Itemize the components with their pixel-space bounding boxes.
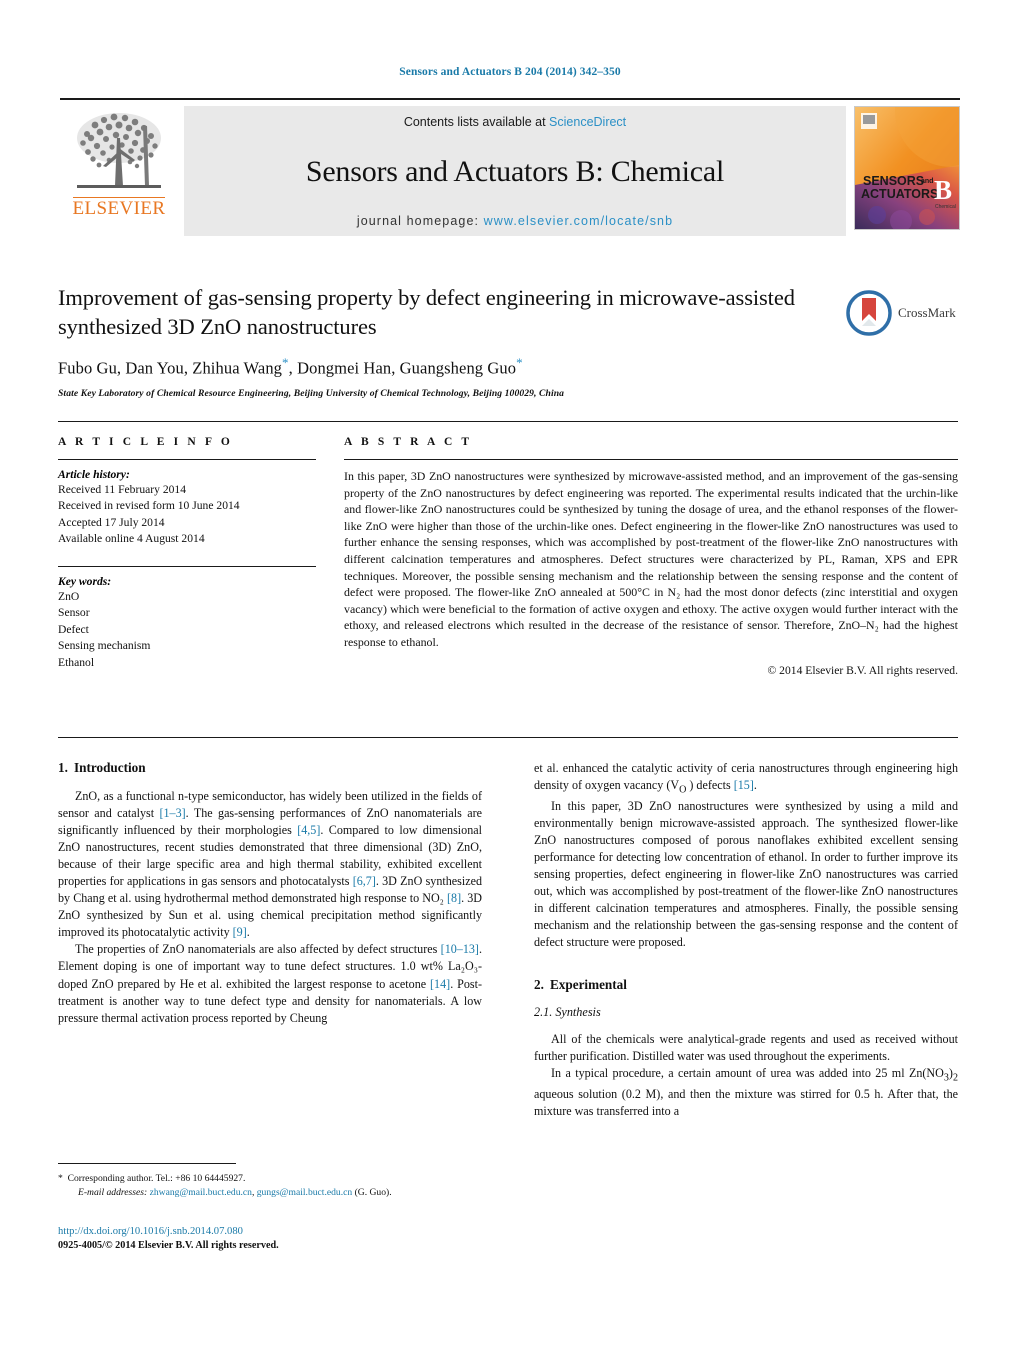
svg-text:SENSORS: SENSORS bbox=[863, 174, 924, 188]
keyword-item: Sensor bbox=[58, 606, 90, 620]
paper-page: Sensors and Actuators B 204 (2014) 342–3… bbox=[0, 0, 1020, 1351]
article-info-heading: A R T I C L E I N F O bbox=[58, 436, 233, 448]
cover-art-icon: SENSORS and ACTUATORS B Chemical bbox=[855, 107, 959, 229]
abstract-rule bbox=[344, 459, 958, 460]
citation-link[interactable]: [1–3] bbox=[159, 806, 185, 820]
section-number: 1. bbox=[58, 760, 68, 775]
email-link-1[interactable]: zhwang@mail.buct.edu.cn bbox=[150, 1187, 252, 1198]
article-history-item: Available online 4 August 2014 bbox=[58, 532, 205, 546]
journal-cover-thumbnail: SENSORS and ACTUATORS B Chemical bbox=[854, 106, 960, 230]
synthesis-paragraph-2: In a typical procedure, a certain amount… bbox=[534, 1065, 958, 1120]
divider-bottom bbox=[58, 737, 958, 738]
citation-link[interactable]: [15] bbox=[734, 778, 754, 792]
crossmark-label: CrossMark bbox=[898, 305, 956, 320]
subsection-heading-synthesis: 2.1. Synthesis bbox=[534, 1005, 601, 1020]
running-head: Sensors and Actuators B 204 (2014) 342–3… bbox=[399, 66, 621, 78]
section-title: Experimental bbox=[550, 977, 627, 993]
citation-link[interactable]: [9] bbox=[233, 925, 247, 939]
contents-available-line: Contents lists available at ScienceDirec… bbox=[404, 115, 626, 129]
keyword-item: Defect bbox=[58, 622, 89, 636]
corresponding-author-marker-2: * bbox=[516, 355, 523, 371]
footnote-divider bbox=[58, 1163, 236, 1164]
sciencedirect-link[interactable]: ScienceDirect bbox=[549, 115, 626, 129]
footnote-block: * Corresponding author. Tel.: +86 10 644… bbox=[58, 1172, 488, 1201]
article-info-rule bbox=[58, 459, 316, 460]
corresponding-marker: * bbox=[58, 1173, 63, 1184]
svg-text:Chemical: Chemical bbox=[935, 204, 956, 210]
author-affiliation: State Key Laboratory of Chemical Resourc… bbox=[58, 387, 565, 399]
email-suffix: (G. Guo). bbox=[352, 1187, 392, 1199]
abstract-heading: A B S T R A C T bbox=[344, 436, 473, 448]
text-run: aqueous solution (0.2 M), and then the m… bbox=[534, 1086, 958, 1118]
synthesis-paragraph-1: All of the chemicals were analytical-gra… bbox=[534, 1032, 958, 1064]
authors-part-2: , Dongmei Han, Guangsheng Guo bbox=[288, 358, 517, 378]
title-block: Improvement of gas-sensing property by d… bbox=[58, 283, 958, 399]
author-list: Fubo Gu, Dan You, Zhihua Wang*, Dongmei … bbox=[58, 355, 958, 379]
abstract-text: In this paper, 3D ZnO nanostructures wer… bbox=[344, 469, 958, 649]
journal-masthead: ELSEVIER Contents lists available at Sci… bbox=[60, 98, 960, 236]
text-run: . bbox=[246, 925, 250, 940]
intro-paragraph-1: ZnO, as a functional n-type semiconducto… bbox=[58, 788, 482, 941]
section-title: Introduction bbox=[74, 760, 146, 775]
subscript-run: 2 bbox=[952, 1072, 958, 1084]
intro-paragraph-4: In this paper, 3D ZnO nanostructures wer… bbox=[534, 798, 958, 950]
keyword-item: ZnO bbox=[58, 589, 80, 603]
email-note: E-mail addresses: zhwang@mail.buct.edu.c… bbox=[58, 1186, 488, 1200]
journal-title: Sensors and Actuators B: Chemical bbox=[305, 154, 725, 188]
journal-homepage-link[interactable]: www.elsevier.com/locate/snb bbox=[484, 214, 674, 228]
issn-copyright-line: 0925-4005/© 2014 Elsevier B.V. All right… bbox=[58, 1240, 279, 1252]
right-column: et al. enhanced the catalytic activity o… bbox=[534, 760, 958, 1120]
text-run: . bbox=[753, 778, 757, 793]
doi-block: http://dx.doi.org/10.1016/j.snb.2014.07.… bbox=[58, 1224, 488, 1254]
article-history-item: Received in revised form 10 June 2014 bbox=[58, 499, 240, 513]
citation-link[interactable]: [14] bbox=[430, 977, 450, 991]
svg-text:B: B bbox=[934, 175, 952, 205]
article-history-item: Received 11 February 2014 bbox=[58, 483, 187, 496]
article-history-label: Article history: bbox=[58, 468, 130, 481]
journal-homepage-line: journal homepage: www.elsevier.com/locat… bbox=[357, 214, 673, 228]
elsevier-logo: ELSEVIER bbox=[60, 106, 178, 236]
crossmark-badge[interactable]: CrossMark bbox=[846, 287, 958, 339]
elsevier-tree-icon bbox=[77, 113, 161, 188]
masthead-center-panel: Contents lists available at ScienceDirec… bbox=[184, 106, 846, 236]
text-run: ) defects bbox=[686, 778, 734, 793]
citation-link[interactable]: [10–13] bbox=[441, 942, 479, 956]
citation-link[interactable]: [4,5] bbox=[297, 823, 320, 837]
article-history-item: Accepted 17 July 2014 bbox=[58, 515, 165, 529]
intro-paragraph-2: The properties of ZnO nanomaterials are … bbox=[58, 941, 482, 1026]
citation-link[interactable]: [6,7] bbox=[353, 874, 376, 888]
corresponding-author-note: * Corresponding author. Tel.: +86 10 644… bbox=[58, 1172, 488, 1186]
intro-paragraph-3-continued: et al. enhanced the catalytic activity o… bbox=[534, 760, 958, 798]
keyword-item: Sensing mechanism bbox=[58, 639, 151, 653]
keywords-rule bbox=[58, 565, 316, 567]
divider-top bbox=[58, 421, 958, 422]
svg-text:ACTUATORS: ACTUATORS bbox=[861, 187, 938, 201]
article-info-block: A R T I C L E I N F O Article history: R… bbox=[58, 436, 316, 671]
copyright-line: © 2014 Elsevier B.V. All rights reserved… bbox=[767, 663, 958, 677]
text-run: The properties of ZnO nanomaterials are … bbox=[75, 942, 441, 957]
corresponding-author-marker-1: * bbox=[282, 355, 289, 371]
abstract-block: A B S T R A C T In this paper, 3D ZnO na… bbox=[344, 436, 958, 677]
elsevier-wordmark: ELSEVIER bbox=[72, 197, 166, 219]
left-column: 1. Introduction ZnO, as a functional n-ty… bbox=[58, 760, 482, 1027]
svg-text:and: and bbox=[921, 178, 933, 185]
section-heading-introduction: 1. Introduction bbox=[58, 760, 482, 776]
corresponding-text: Corresponding author. Tel.: +86 10 64445… bbox=[67, 1173, 246, 1184]
email-link-2[interactable]: gungs@mail.buct.edu.cn bbox=[257, 1187, 352, 1198]
doi-link[interactable]: http://dx.doi.org/10.1016/j.snb.2014.07.… bbox=[58, 1224, 488, 1239]
section-heading-experimental: 2. Experimental bbox=[534, 977, 958, 993]
crossmark-icon bbox=[846, 290, 892, 336]
text-run: In a typical procedure, a certain amount… bbox=[551, 1066, 944, 1081]
keywords-label: Key words: bbox=[58, 574, 112, 588]
citation-link[interactable]: [8] bbox=[447, 891, 461, 905]
homepage-prefix: journal homepage: bbox=[356, 214, 484, 228]
page-title: Improvement of gas-sensing property by d… bbox=[58, 285, 795, 340]
email-label: E-mail addresses: bbox=[78, 1187, 148, 1199]
body-columns: 1. Introduction ZnO, as a functional n-ty… bbox=[58, 760, 958, 1160]
keyword-item: Ethanol bbox=[58, 655, 95, 669]
authors-part-1: Fubo Gu, Dan You, Zhihua Wang bbox=[58, 358, 283, 378]
section-number: 2. bbox=[534, 977, 544, 993]
contents-prefix: Contents lists available at bbox=[403, 115, 550, 129]
